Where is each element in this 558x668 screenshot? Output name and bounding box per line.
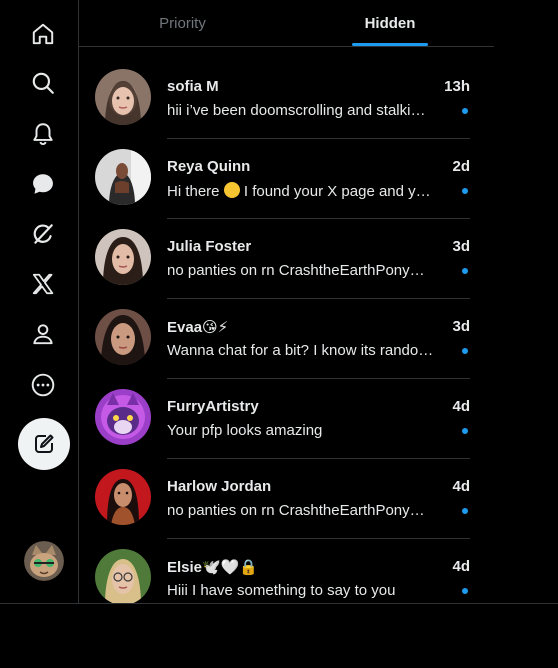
conversation-row[interactable]: sofia M 13h hii i’ve been doomscrolling … — [79, 59, 494, 139]
conversation-preview: Hiii I have something to say to you — [167, 582, 396, 599]
unread-indicator — [462, 508, 468, 514]
conversation-time: 4d — [452, 478, 470, 495]
conversation-row[interactable]: Julia Foster 3d no panties on rn Crashth… — [79, 219, 494, 299]
conversation-name: Evaa😘⚡ — [167, 319, 229, 336]
tab-bar: Priority Hidden — [79, 0, 494, 47]
profile-icon[interactable] — [18, 309, 68, 359]
conversation-name: FurryArtistry — [167, 398, 259, 415]
conversation-time: 3d — [452, 238, 470, 255]
unread-indicator — [462, 588, 468, 594]
active-tab-indicator — [352, 43, 428, 46]
avatar — [95, 229, 151, 285]
conversation-time: 3d — [452, 318, 470, 335]
conversation-name: sofia M — [167, 78, 219, 95]
compose-button[interactable] — [18, 418, 70, 470]
more-icon[interactable] — [18, 360, 68, 410]
avatar — [95, 549, 151, 603]
conversation-row[interactable]: Reya Quinn 2d Hi there I found your X pa… — [79, 139, 494, 219]
unread-indicator — [462, 108, 468, 114]
conversation-name: Elsie🕊️🤍🔒 — [167, 559, 259, 576]
avatar — [95, 389, 151, 445]
grok-icon[interactable] — [18, 209, 68, 259]
conversation-time: 13h — [444, 78, 470, 95]
conversation-time: 2d — [452, 158, 470, 175]
tab-hidden[interactable]: Hidden — [286, 0, 494, 46]
conversation-preview: Hi there I found your X page and y… — [167, 182, 431, 200]
account-avatar[interactable] — [24, 541, 64, 581]
tab-priority[interactable]: Priority — [79, 0, 286, 46]
smiling-face-emoji — [223, 182, 240, 198]
conversation-preview: Wanna chat for a bit? I know its rando… — [167, 342, 434, 359]
unread-indicator — [462, 348, 468, 354]
avatar — [95, 309, 151, 365]
conversation-preview: hii i’ve been doomscrolling and stalki… — [167, 102, 426, 119]
conversation-time: 4d — [452, 398, 470, 415]
conversation-preview: no panties on rn CrashtheEarthPony… — [167, 502, 425, 519]
conversation-preview: no panties on rn CrashtheEarthPony… — [167, 262, 425, 279]
conversation-preview: Your pfp looks amazing — [167, 422, 323, 439]
avatar — [95, 149, 151, 205]
avatar — [95, 69, 151, 125]
conversation-row[interactable]: Evaa😘⚡ 3d Wanna chat for a bit? I know i… — [79, 299, 494, 379]
notifications-icon[interactable] — [18, 109, 68, 159]
conversation-row[interactable]: Harlow Jordan 4d no panties on rn Crasht… — [79, 459, 494, 539]
unread-indicator — [462, 188, 468, 194]
avatar — [95, 469, 151, 525]
messages-panel: Priority Hidden sofia M 13h hii i’ve bee… — [79, 0, 494, 603]
compose-icon — [35, 434, 54, 453]
x-logo-icon[interactable] — [18, 259, 68, 309]
conversation-name: Reya Quinn — [167, 158, 251, 175]
conversation-row[interactable]: Elsie🕊️🤍🔒 4d Hiii I have something to sa… — [79, 539, 494, 603]
conversation-name: Julia Foster — [167, 238, 252, 255]
conversation-list: sofia M 13h hii i’ve been doomscrolling … — [79, 59, 494, 603]
search-icon[interactable] — [18, 58, 68, 108]
nav-rail — [0, 0, 79, 603]
conversation-row[interactable]: FurryArtistry 4d Your pfp looks amazing — [79, 379, 494, 459]
unread-indicator — [462, 428, 468, 434]
conversation-name: Harlow Jordan — [167, 478, 272, 495]
divider — [0, 603, 558, 604]
messages-icon[interactable] — [18, 159, 68, 209]
unread-indicator — [462, 268, 468, 274]
home-icon[interactable] — [18, 9, 68, 59]
conversation-time: 4d — [452, 558, 470, 575]
